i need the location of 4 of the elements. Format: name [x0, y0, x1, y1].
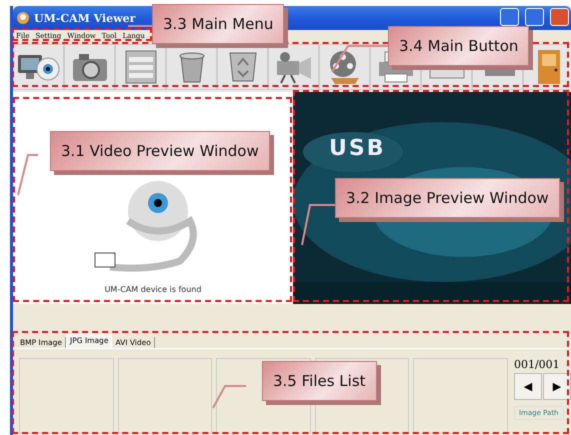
page-counter: 001/001 — [514, 358, 560, 371]
window-title: UM-CAM Viewer — [34, 12, 136, 24]
status-caption: UM-CAM device is found — [104, 285, 202, 294]
splash-text: USB — [329, 136, 386, 161]
